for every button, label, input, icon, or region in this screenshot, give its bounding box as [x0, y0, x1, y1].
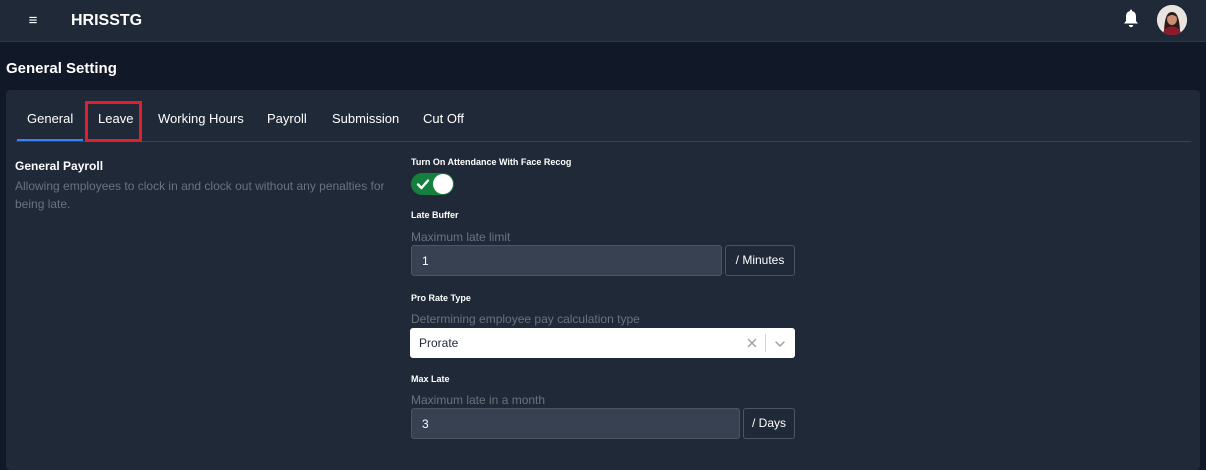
- pro-rate-hint: Determining employee pay calculation typ…: [411, 312, 640, 326]
- hamburger-icon[interactable]: ≡: [25, 11, 41, 31]
- days-unit-addon: / Days: [743, 408, 795, 439]
- tab-general[interactable]: General: [16, 107, 84, 141]
- minutes-unit-addon: / Minutes: [725, 245, 795, 276]
- leave-tab-highlight-box: [85, 101, 142, 142]
- pro-rate-select[interactable]: Prorate: [410, 328, 795, 358]
- top-navbar: ≡ HRISSTG: [0, 0, 1206, 42]
- pro-rate-label: Pro Rate Type: [411, 293, 471, 303]
- late-buffer-input[interactable]: [411, 245, 722, 276]
- max-late-input[interactable]: [411, 408, 740, 439]
- section-description: Allowing employees to clock in and clock…: [15, 179, 385, 211]
- tab-working-hours[interactable]: Working Hours: [158, 107, 244, 131]
- max-late-label: Max Late: [411, 374, 450, 384]
- select-separator: [765, 334, 766, 352]
- face-recog-toggle[interactable]: [411, 173, 454, 195]
- settings-card: General Leave Working Hours Payroll Subm…: [6, 90, 1200, 470]
- tab-submission[interactable]: Submission: [332, 107, 399, 131]
- section-title: General Payroll: [15, 159, 104, 173]
- bell-icon[interactable]: [1122, 9, 1140, 29]
- late-buffer-hint: Maximum late limit: [411, 230, 511, 244]
- face-recog-label: Turn On Attendance With Face Recog: [411, 157, 572, 167]
- toggle-knob: [433, 174, 453, 194]
- user-avatar[interactable]: [1157, 5, 1187, 35]
- app-title: HRISSTG: [71, 12, 143, 29]
- tab-cut-off[interactable]: Cut Off: [423, 107, 464, 131]
- tab-bar: General Leave Working Hours Payroll Subm…: [16, 90, 1191, 142]
- pro-rate-selected-value: Prorate: [419, 336, 459, 350]
- chevron-down-icon[interactable]: [774, 337, 786, 349]
- check-icon: [416, 179, 430, 190]
- tab-payroll[interactable]: Payroll: [267, 107, 307, 131]
- max-late-hint: Maximum late in a month: [411, 393, 546, 407]
- late-buffer-label: Late Buffer: [411, 210, 459, 220]
- page-title: General Setting: [6, 60, 117, 77]
- clear-icon[interactable]: [747, 336, 757, 350]
